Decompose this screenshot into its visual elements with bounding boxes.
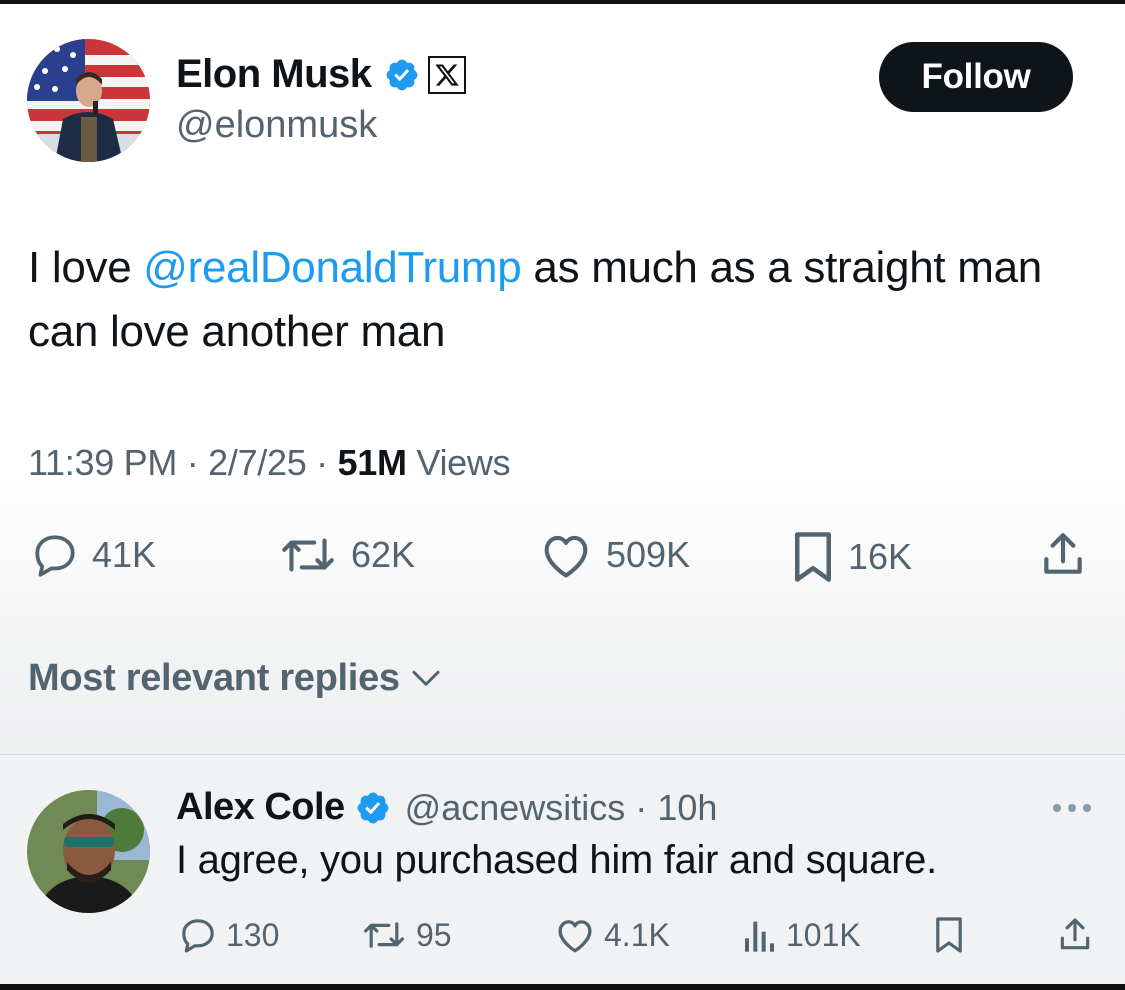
share-button[interactable] [1038, 530, 1088, 580]
tweet-time[interactable]: 11:39 PM [28, 442, 177, 483]
tweet-text: I love @realDonaldTrump as much as a str… [28, 236, 1088, 364]
replies-sort-dropdown[interactable]: Most relevant replies [28, 657, 442, 700]
bottom-frame-border [0, 984, 1125, 990]
share-icon [1044, 533, 1082, 574]
chevron-down-icon [412, 670, 440, 686]
replies-sort-label: Most relevant replies [28, 657, 400, 699]
bookmark-icon [795, 532, 831, 582]
tweet-text-start: I love [28, 243, 144, 292]
mention-link[interactable]: @realDonaldTrump [143, 243, 521, 292]
reply-views-count: 101K [786, 916, 861, 953]
reply-author-name[interactable]: Alex Cole [176, 786, 345, 829]
repost-count: 62K [351, 534, 416, 575]
reply-text: I agree, you purchased him fair and squa… [176, 838, 937, 882]
reply-action-bar: 130 95 4.1K 101K [0, 915, 1125, 961]
author-name-row: Elon Musk [176, 52, 466, 97]
reply-share-button[interactable] [1056, 915, 1094, 955]
reply-icon [182, 919, 214, 953]
views-label: Views [416, 442, 511, 483]
reply-repost-count: 95 [416, 916, 452, 953]
like-button[interactable]: 509K [538, 530, 690, 580]
meta-separator: · [316, 442, 328, 483]
x-logo-icon [427, 55, 466, 94]
tweet-meta: 11:39 PM · 2/7/25 · 51M Views [28, 442, 511, 484]
reply-header: Alex Cole @acnewsitics · 10h [176, 786, 717, 829]
share-icon [1060, 918, 1090, 950]
meta-separator: · [186, 442, 199, 483]
verified-badge-icon [386, 59, 417, 90]
verified-badge-icon [357, 792, 389, 823]
repost-icon [364, 922, 404, 948]
heart-icon [558, 920, 592, 953]
reply-icon [35, 535, 75, 577]
reply-button[interactable]: 41K [30, 530, 156, 580]
heart-icon [544, 535, 588, 578]
reply-repost-button[interactable]: 95 [360, 915, 452, 955]
bookmark-icon [936, 917, 962, 953]
repost-icon [282, 538, 334, 572]
tweet-container [0, 4, 1125, 754]
tweet-date[interactable]: 2/7/25 [208, 442, 307, 483]
reply-reply-button[interactable]: 130 [178, 915, 279, 955]
reply-count: 41K [92, 534, 157, 575]
more-options-button[interactable] [1050, 800, 1094, 821]
meta-separator: · [635, 786, 648, 828]
repost-button[interactable]: 62K [277, 530, 415, 580]
like-count: 509K [606, 534, 691, 575]
reply-like-count: 4.1K [604, 916, 670, 953]
views-icon [745, 921, 774, 952]
reply-author-handle[interactable]: @acnewsitics · 10h [405, 787, 718, 829]
reply-like-button[interactable]: 4.1K [554, 915, 670, 955]
reply-reply-count: 130 [226, 916, 280, 953]
more-dots-icon [1053, 804, 1091, 812]
author-handle[interactable]: @elonmusk [176, 104, 377, 147]
tweet-action-bar: 41K 62K 509K 16K [0, 530, 1125, 590]
reply-time: 10h [657, 786, 718, 828]
author-avatar[interactable] [27, 39, 150, 162]
reply-bookmark-button[interactable] [933, 915, 965, 955]
bookmark-count: 16K [848, 536, 913, 577]
reply-views-button[interactable]: 101K [742, 915, 861, 955]
views-count: 51M [337, 442, 407, 483]
bookmark-button[interactable]: 16K [790, 530, 912, 584]
reply-author-avatar[interactable] [27, 790, 150, 913]
reply-handle-text: @acnewsitics [404, 786, 626, 828]
author-name[interactable]: Elon Musk [176, 52, 372, 97]
follow-button[interactable]: Follow [879, 42, 1073, 112]
